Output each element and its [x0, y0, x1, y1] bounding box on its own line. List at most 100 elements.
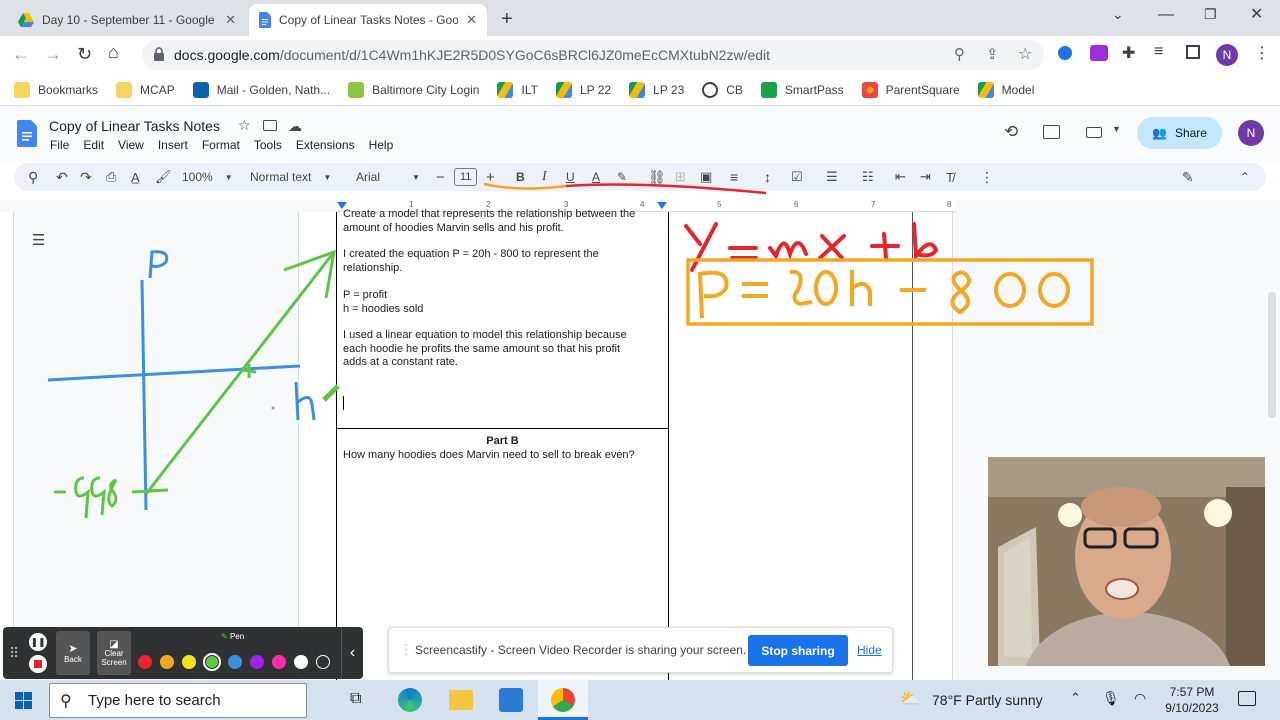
bookmark-item[interactable]: MCAP — [116, 81, 175, 98]
new-tab-icon[interactable]: + — [501, 8, 513, 31]
media-icon[interactable]: ≡ — [1154, 43, 1163, 61]
chevron-down-icon[interactable]: ⌄ — [1112, 6, 1124, 23]
file-explorer-icon[interactable] — [449, 690, 473, 710]
store-icon[interactable] — [499, 688, 523, 712]
forward-arrow-icon[interactable]: → — [44, 44, 62, 65]
chevron-down-icon[interactable]: ▼ — [1112, 124, 1121, 134]
menu-format[interactable]: Format — [202, 138, 240, 152]
menu-tools[interactable]: Tools — [254, 138, 282, 152]
menu-dots-icon[interactable]: ⋮ — [1254, 43, 1270, 63]
menu-insert[interactable]: Insert — [158, 138, 188, 152]
clock[interactable]: 7:57 PM 9/10/2023 — [1162, 684, 1222, 716]
share-button[interactable]: 👥 Share — [1137, 117, 1222, 149]
bookmark-item[interactable]: Baltimore City Login — [348, 81, 479, 98]
browser-tab-linear-notes[interactable]: Copy of Linear Tasks Notes - Goo ✕ — [249, 4, 487, 36]
back-tool-button[interactable]: ➤ Back — [56, 631, 90, 675]
bookmark-item[interactable]: ParentSquare — [861, 81, 960, 98]
side-panel-icon[interactable] — [1186, 45, 1200, 59]
pen-cursor-icon — [322, 384, 340, 402]
bookmark-item[interactable]: SmartPass — [760, 81, 844, 98]
weather-text[interactable]: 78°F Partly sunny — [932, 692, 1043, 708]
meet-icon[interactable] — [1086, 127, 1102, 138]
drag-handle-icon[interactable]: ⋮ — [399, 641, 413, 658]
docs-logo-icon[interactable] — [17, 120, 37, 147]
notifications-icon[interactable] — [1238, 691, 1256, 706]
hide-banner-link[interactable]: Hide — [857, 643, 882, 657]
back-arrow-icon[interactable]: ← — [12, 44, 30, 65]
close-icon[interactable]: ✕ — [225, 12, 236, 28]
browser-toolbar: ← → ↻ ⌂ docs.google.com/document/d/1C4Wm… — [0, 36, 1280, 74]
extensions-puzzle-icon[interactable]: ✚ — [1122, 43, 1135, 63]
bookmark-item[interactable]: LP 23 — [629, 81, 684, 98]
clock-date: 9/10/2023 — [1165, 701, 1219, 715]
restore-icon[interactable]: ❐ — [1204, 6, 1217, 23]
eraser-icon: ◪ — [109, 638, 119, 650]
reload-icon[interactable]: ↻ — [77, 44, 92, 65]
share-page-icon[interactable]: ⇪ — [986, 45, 999, 63]
bookmark-item[interactable]: CB — [702, 81, 743, 98]
taskbar-search-input[interactable]: ⚲ Type here to search — [49, 683, 307, 718]
color-swatch-white[interactable] — [294, 655, 308, 669]
home-icon[interactable]: ⌂ — [108, 42, 119, 63]
color-swatch-orange[interactable] — [160, 655, 174, 669]
wifi-icon[interactable]: ◠ — [1134, 690, 1146, 707]
star-icon[interactable]: ☆ — [1018, 44, 1032, 64]
screencastify-icon[interactable] — [1090, 45, 1108, 61]
color-swatch-yellow[interactable] — [182, 655, 196, 669]
extension-icon[interactable] — [1058, 46, 1072, 60]
history-icon[interactable]: ⟲ — [1004, 122, 1018, 142]
account-avatar[interactable]: N — [1238, 120, 1264, 146]
search-icon: ⚲ — [60, 693, 72, 710]
star-icon[interactable]: ☆ — [238, 117, 251, 134]
task-view-icon[interactable]: ⧉ — [350, 690, 361, 708]
bookmark-item[interactable]: LP 22 — [555, 81, 611, 98]
menu-view[interactable]: View — [118, 138, 144, 152]
menu-file[interactable]: File — [50, 138, 69, 152]
tab-title: Day 10 - September 11 - Google — [42, 13, 215, 27]
microphone-icon[interactable]: 🎙 — [1102, 690, 1120, 707]
stop-recording-icon[interactable] — [29, 655, 47, 673]
chrome-taskbar-button[interactable] — [538, 680, 588, 720]
move-folder-icon[interactable] — [263, 120, 277, 131]
browser-tab-strip: Day 10 - September 11 - Google ✕ Copy of… — [0, 0, 1280, 36]
close-icon[interactable]: ✕ — [466, 12, 477, 28]
bookmark-item[interactable]: Mail - Golden, Nath... — [192, 81, 330, 98]
window-close-icon[interactable]: ✕ — [1250, 4, 1263, 24]
collapse-toolbar-icon[interactable]: ‹ — [341, 627, 363, 679]
color-swatch-purple[interactable] — [250, 655, 264, 669]
clever-icon — [348, 81, 365, 98]
browser-tab-day10[interactable]: Day 10 - September 11 - Google ✕ — [8, 4, 246, 36]
hw-0 — [814, 270, 838, 306]
bookmark-item[interactable]: ILT — [497, 81, 538, 98]
menu-help[interactable]: Help — [369, 138, 394, 152]
hw-P — [697, 270, 729, 319]
share-message: Screencastify - Screen Video Recorder is… — [415, 643, 747, 657]
clear-screen-button[interactable]: ◪ Clear Screen — [97, 631, 131, 675]
edge-icon[interactable] — [398, 688, 422, 712]
profile-avatar[interactable]: N — [1216, 44, 1238, 66]
address-bar[interactable]: docs.google.com/document/d/1C4Wm1hKJE2R5… — [142, 40, 1044, 70]
drag-handle-icon[interactable]: ⠿ — [9, 645, 19, 662]
color-swatch-blue[interactable] — [228, 655, 242, 669]
url-domain: docs.google.com — [174, 47, 280, 63]
color-swatch-red[interactable] — [138, 655, 152, 669]
minimize-icon[interactable]: — — [1158, 6, 1174, 24]
comment-icon[interactable] — [1043, 125, 1060, 139]
lock-icon — [153, 47, 165, 61]
color-swatch-black[interactable] — [316, 655, 330, 669]
document-title[interactable]: Copy of Linear Tasks Notes — [49, 118, 220, 134]
zoom-search-icon[interactable]: ⚲ — [954, 45, 965, 63]
color-swatch-pink[interactable] — [272, 655, 286, 669]
bookmark-item[interactable]: Bookmarks — [14, 81, 98, 98]
chevron-up-icon[interactable]: ⌃ — [1070, 690, 1081, 706]
screen-share-banner: ⋮ Screencastify - Screen Video Recorder … — [388, 627, 893, 673]
stop-sharing-button[interactable]: Stop sharing — [748, 635, 848, 666]
vertical-scrollbar[interactable] — [1268, 292, 1276, 418]
pause-icon[interactable]: ❚❚ — [29, 633, 47, 651]
windows-start-icon[interactable] — [15, 692, 32, 709]
bookmark-item[interactable]: Model — [977, 81, 1034, 98]
menu-extensions[interactable]: Extensions — [296, 138, 355, 152]
menu-edit[interactable]: Edit — [83, 138, 104, 152]
outlook-icon — [192, 81, 209, 98]
color-swatch-green-selected[interactable] — [203, 653, 221, 671]
